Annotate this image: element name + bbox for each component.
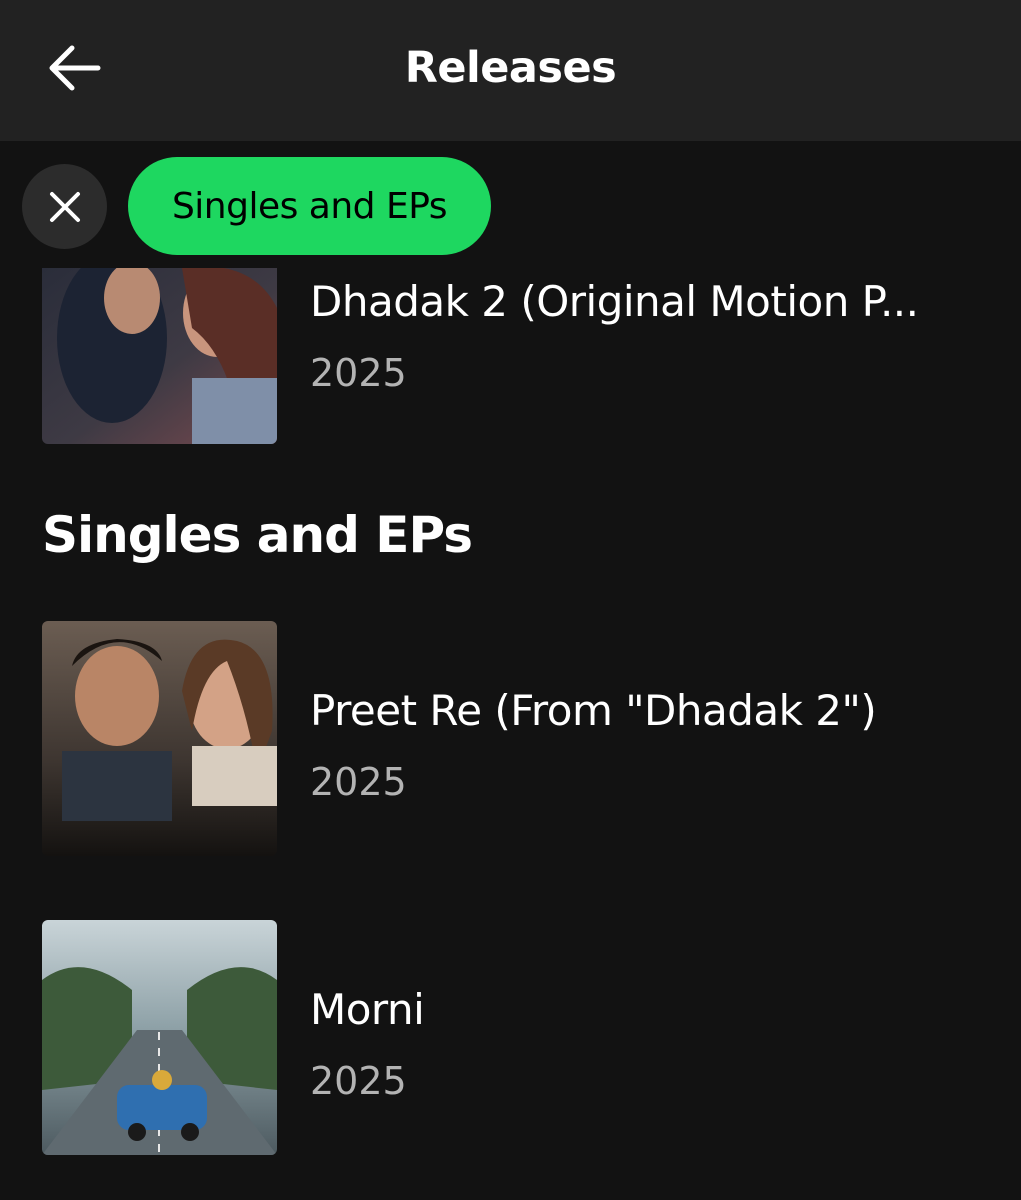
list-item[interactable]: Preet Re (From "Dhadak 2") 2025 [0, 621, 1021, 857]
single-year: 2025 [310, 1059, 407, 1103]
single-title: Morni [310, 985, 425, 1034]
single-year: 2025 [310, 760, 407, 804]
top-app-bar: Releases [0, 0, 1021, 141]
list-item[interactable]: Dhadak 2 (Original Motion P... 2025 [0, 268, 1021, 446]
single-title: Preet Re (From "Dhadak 2") [310, 686, 877, 735]
cover-art-dhadak-2 [42, 268, 277, 444]
clear-filter-button[interactable] [22, 164, 107, 249]
album-title: Dhadak 2 (Original Motion P... [310, 277, 919, 326]
single-cover [42, 621, 277, 856]
list-item[interactable]: Morni 2025 [0, 920, 1021, 1156]
section-heading: Singles and EPs [42, 506, 473, 564]
filter-chip-singles-and-eps[interactable]: Singles and EPs [128, 157, 491, 255]
close-icon [49, 191, 80, 222]
page-title: Releases [404, 43, 617, 93]
single-cover [42, 920, 277, 1155]
cover-art-preet-re [42, 621, 277, 856]
album-year: 2025 [310, 351, 407, 395]
cover-art-morni [42, 920, 277, 1155]
album-cover [42, 268, 277, 444]
